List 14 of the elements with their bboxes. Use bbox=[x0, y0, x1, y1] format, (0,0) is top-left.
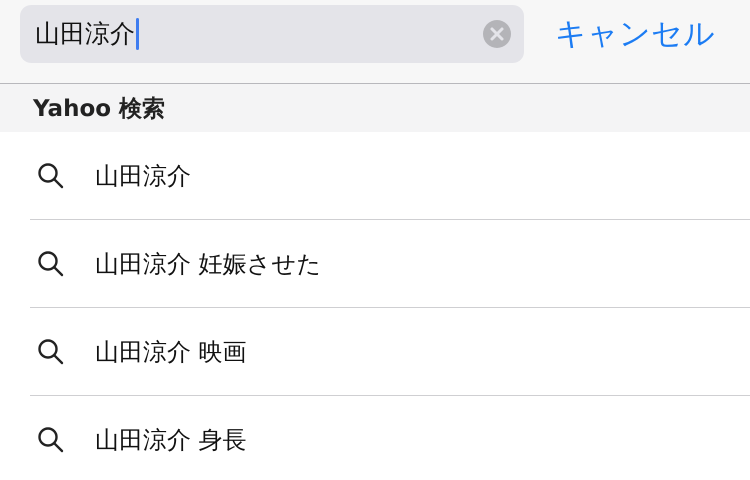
suggestion-item[interactable]: 山田涼介 身長 bbox=[30, 396, 750, 480]
clear-icon[interactable] bbox=[483, 20, 511, 48]
suggestion-item[interactable]: 山田涼介 映画 bbox=[30, 308, 750, 396]
search-icon bbox=[37, 250, 64, 277]
cancel-button[interactable]: キャンセル bbox=[555, 12, 715, 54]
text-cursor bbox=[136, 18, 139, 50]
search-icon bbox=[37, 162, 64, 189]
suggestion-item[interactable]: 山田涼介 妊娠させた bbox=[30, 220, 750, 308]
search-icon bbox=[37, 338, 64, 365]
suggestion-item[interactable]: 山田涼介 bbox=[30, 132, 750, 220]
search-icon bbox=[37, 426, 64, 453]
section-title: Yahoo 検索 bbox=[33, 94, 166, 124]
search-field[interactable]: 山田涼介 bbox=[20, 4, 524, 62]
search-text: 山田涼介 bbox=[35, 18, 135, 50]
